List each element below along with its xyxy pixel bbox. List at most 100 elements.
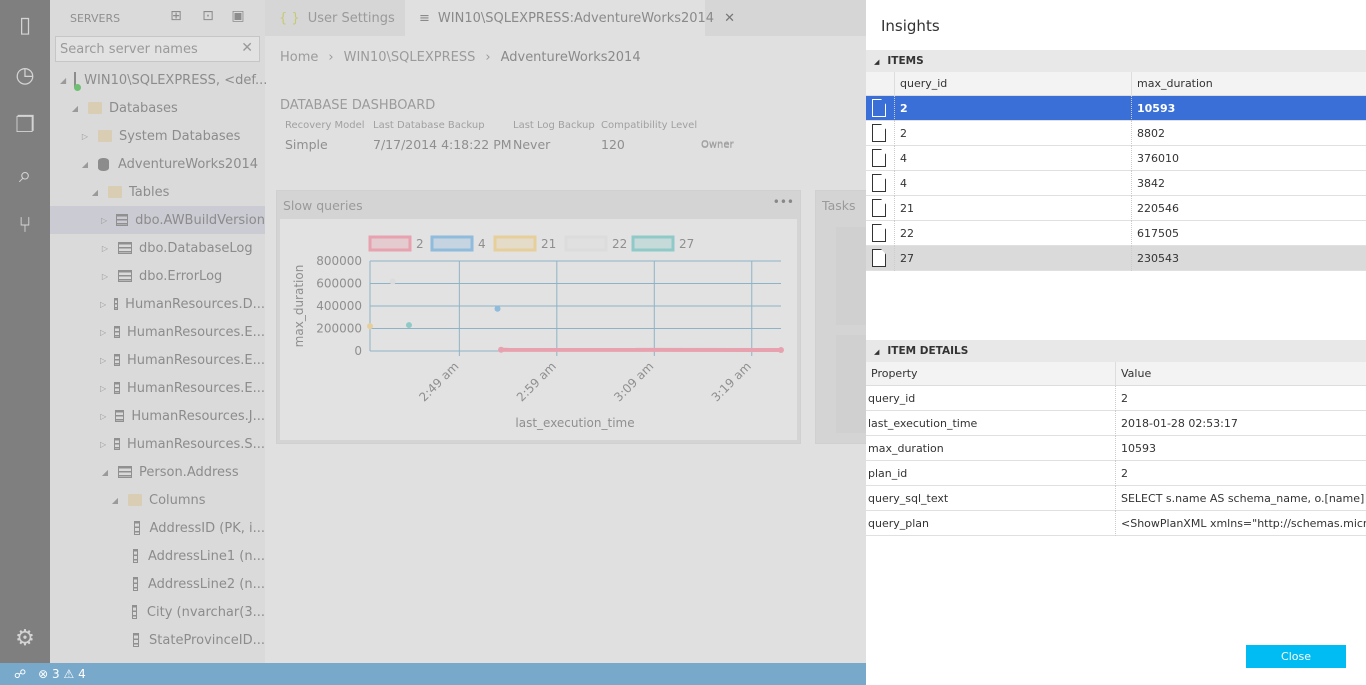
tree-item[interactable]: ▷ dbo.DatabaseLog	[50, 234, 265, 262]
tree-item[interactable]: City (nvarchar(3...	[50, 598, 265, 626]
y-axis-label: max_duration	[292, 265, 306, 348]
expanded-icon[interactable]: ◢	[80, 160, 90, 169]
column-header[interactable]: query_id	[894, 72, 1131, 96]
document-icon	[872, 199, 886, 217]
new-server-group-icon[interactable]: ⊡	[198, 8, 218, 28]
table-row[interactable]: 2 10593	[866, 96, 1366, 121]
items-section-header[interactable]: ◢ ITEMS	[866, 50, 1366, 72]
x-tick-label: 3:19 am	[709, 359, 754, 404]
detail-row[interactable]: plan_id 2	[866, 461, 1366, 486]
source-control-icon[interactable]: ⑂	[0, 205, 50, 245]
new-connection-icon[interactable]: ⊞	[166, 8, 186, 28]
table-row[interactable]: 2 8802	[866, 121, 1366, 146]
chevron-right-icon: ›	[328, 50, 334, 65]
servers-sidebar: SERVERS ⊞ ⊡ ▣ Search server names ✕ ◢ WIN1…	[50, 0, 268, 663]
collapsed-icon[interactable]: ▷	[100, 440, 106, 449]
tree-item[interactable]: ▷ HumanResources.E...	[50, 346, 265, 374]
connections-icon[interactable]: ☍	[14, 667, 26, 681]
table-row[interactable]: 21 220546	[866, 196, 1366, 221]
history-icon[interactable]: ◷	[0, 55, 50, 95]
tree-item[interactable]: ▷ System Databases	[50, 122, 265, 150]
table-row[interactable]: 4 3842	[866, 171, 1366, 196]
x-tick-label: 3:09 am	[611, 359, 656, 404]
tree-item[interactable]: ▷ HumanResources.J...	[50, 402, 265, 430]
collapsed-icon[interactable]: ▷	[100, 328, 106, 337]
y-tick-label: 200000	[316, 322, 362, 336]
item-details-section-header[interactable]: ◢ ITEM DETAILS	[866, 340, 1366, 362]
tree-item[interactable]: ▷ HumanResources.E...	[50, 374, 265, 402]
gear-icon[interactable]: ⚙	[0, 618, 50, 658]
column-icon	[132, 577, 139, 591]
tree-item[interactable]: ◢ Person.Address	[50, 458, 265, 486]
collapsed-icon[interactable]: ▷	[100, 356, 106, 365]
collapsed-icon[interactable]: ▷	[100, 412, 107, 421]
cell-query-id: 22	[894, 221, 1131, 246]
collapsed-icon[interactable]: ▷	[100, 216, 108, 225]
search-icon[interactable]: ⌕	[0, 155, 50, 195]
json-icon: { }	[279, 10, 300, 26]
tree-item[interactable]: ▷ dbo.ErrorLog	[50, 262, 265, 290]
folder-icon	[88, 102, 102, 114]
column-header[interactable]: Value	[1115, 362, 1366, 386]
collapsed-icon[interactable]: ▷	[100, 272, 110, 281]
breadcrumb-database[interactable]: AdventureWorks2014	[501, 50, 641, 65]
items-grid-header: query_id max_duration	[866, 72, 1366, 96]
column-header[interactable]: max_duration	[1131, 72, 1366, 96]
tree-item[interactable]: ▷ HumanResources.D...	[50, 290, 265, 318]
detail-row[interactable]: query_plan <ShowPlanXML xmlns="http://sch…	[866, 511, 1366, 536]
tab-label: WIN10\SQLEXPRESS:AdventureWorks2014	[437, 10, 715, 26]
tree-item[interactable]: ▷ dbo.AWBuildVersion	[50, 206, 265, 234]
table-icon	[114, 410, 125, 422]
active-connections-icon[interactable]: ▣	[228, 8, 248, 28]
close-tab-icon[interactable]: ✕	[724, 11, 735, 26]
detail-row[interactable]: last_execution_time 2018-01-28 02:53:17	[866, 411, 1366, 436]
tree-item[interactable]: ▷ HumanResources.E...	[50, 318, 265, 346]
collapsed-icon[interactable]: ▷	[100, 384, 106, 393]
tree-item[interactable]: ◢ WIN10\SQLEXPRESS, <def...	[50, 66, 268, 94]
detail-row[interactable]: query_sql_text SELECT s.name AS schema_na…	[866, 486, 1366, 511]
tree-item[interactable]: StateProvinceID...	[50, 626, 265, 654]
collapsed-icon[interactable]: ▷	[100, 300, 106, 309]
tree-item[interactable]: ◢ Tables	[50, 178, 265, 206]
breadcrumb-server[interactable]: WIN10\SQLEXPRESS	[344, 50, 476, 65]
tree-item[interactable]: ◢ AdventureWorks2014	[50, 150, 265, 178]
explorer-icon[interactable]: ❐	[0, 105, 50, 145]
folder-icon	[108, 186, 122, 198]
tree-item[interactable]: ◢ Columns	[50, 486, 265, 514]
breadcrumb: Home › WIN10\SQLEXPRESS › AdventureWorks20…	[280, 50, 641, 65]
tree-item[interactable]: ▷ HumanResources.S...	[50, 430, 265, 458]
tree-item[interactable]: AddressLine1 (n...	[50, 542, 265, 570]
tree-item[interactable]: AddressLine2 (n...	[50, 570, 265, 598]
expanded-icon[interactable]: ◢	[110, 496, 120, 505]
servers-icon[interactable]: ▯	[0, 5, 50, 45]
collapsed-icon[interactable]: ▷	[100, 244, 110, 253]
tree-item[interactable]: AddressID (PK, i...	[50, 514, 265, 542]
table-icon	[114, 354, 120, 366]
data-point-21	[367, 323, 373, 330]
y-tick-label: 600000	[316, 277, 362, 291]
table-row[interactable]: 4 376010	[866, 146, 1366, 171]
table-icon	[114, 326, 120, 338]
tab-dashboard[interactable]: ≡ WIN10\SQLEXPRESS:AdventureWorks2014 ✕	[405, 0, 735, 36]
cell-query-id: 2	[894, 121, 1131, 146]
table-row[interactable]: 22 617505	[866, 221, 1366, 246]
expanded-icon[interactable]: ◢	[60, 76, 66, 85]
problems-indicator[interactable]: ⊗ 3 ⚠ 4	[38, 667, 86, 681]
tree-item-label: WIN10\SQLEXPRESS, <def...	[84, 72, 268, 88]
expanded-icon[interactable]: ◢	[100, 468, 110, 477]
close-button[interactable]: Close	[1246, 645, 1346, 668]
tab-user-settings[interactable]: { } User Settings	[265, 0, 405, 36]
collapsed-icon[interactable]: ▷	[80, 132, 90, 141]
table-row[interactable]: 27 230543	[866, 246, 1366, 271]
detail-row[interactable]: max_duration 10593	[866, 436, 1366, 461]
expanded-icon[interactable]: ◢	[90, 188, 100, 197]
column-header[interactable]: Property	[866, 362, 1115, 386]
search-input[interactable]: Search server names ✕	[55, 36, 260, 62]
expanded-icon[interactable]: ◢	[70, 104, 80, 113]
detail-row[interactable]: query_id 2	[866, 386, 1366, 411]
cell-max-duration: 617505	[1131, 221, 1366, 246]
tree-item[interactable]: ◢ Databases	[50, 94, 265, 122]
breadcrumb-home[interactable]: Home	[280, 50, 318, 65]
data-point-2	[778, 347, 784, 354]
clear-search-icon[interactable]: ✕	[241, 40, 253, 56]
